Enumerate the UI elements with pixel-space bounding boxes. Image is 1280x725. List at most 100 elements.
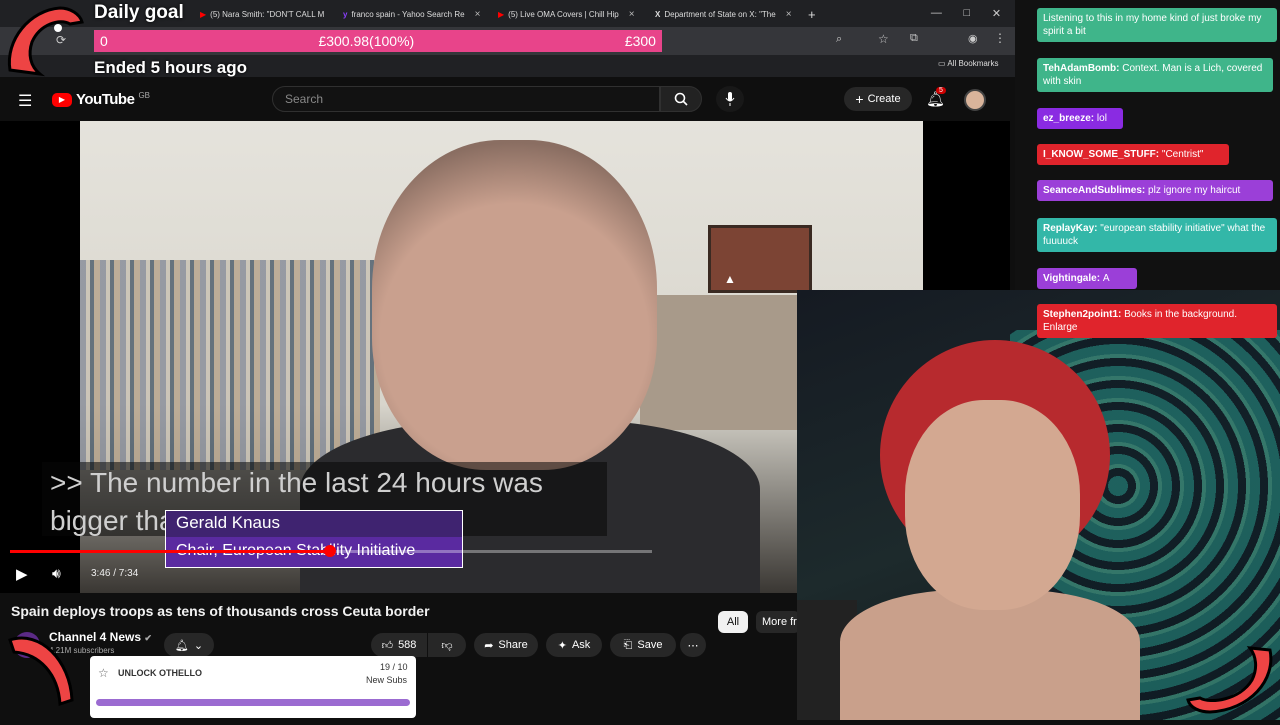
chat-text: lol: [1096, 113, 1107, 124]
unlock-progress-bar: [96, 699, 410, 706]
chat-message: ReplayKay: "european stability initiativ…: [1037, 218, 1277, 252]
window-controls: — □ ✕: [920, 2, 1012, 24]
voice-search-button[interactable]: [716, 86, 744, 112]
unlock-label: UNLOCK OTHELLO: [118, 668, 202, 678]
filter-chip-all[interactable]: All: [718, 611, 748, 633]
youtube-play-icon: ▶: [52, 92, 72, 107]
streamer-logo: [1180, 630, 1280, 720]
sparkle-icon: ✦: [557, 639, 567, 652]
all-bookmarks-link[interactable]: ▭ All Bookmarks: [938, 59, 998, 68]
save-button[interactable]: ⎗ Save: [610, 633, 676, 657]
zoom-icon[interactable]: ⌕: [836, 33, 842, 46]
menu-dots-icon[interactable]: ⋮: [994, 31, 1006, 45]
chat-message: Listening to this in my home kind of jus…: [1037, 8, 1277, 42]
chat-message: ez_breeze: lol: [1037, 108, 1123, 129]
notifications-button[interactable]: 🔔︎ 5: [926, 87, 946, 109]
bell-icon: 🔔︎: [174, 639, 189, 652]
chat-text: plz ignore my haircut: [1148, 185, 1241, 196]
plus-icon: +: [855, 91, 864, 107]
browser-tab[interactable]: ▶ (5) Live OMA Covers | Chill Hip ×: [498, 5, 643, 23]
hamburger-menu-icon[interactable]: ☰: [18, 91, 32, 111]
youtube-icon: ▶: [200, 9, 207, 19]
chat-username: ReplayKay:: [1043, 223, 1101, 234]
goal-current: 0: [100, 33, 108, 49]
chat-username: Stephen2point1:: [1043, 309, 1125, 320]
video-progress-fill: [10, 550, 331, 553]
browser-tab[interactable]: y franco spain - Yahoo Search Re ×: [343, 5, 488, 23]
chat-username: TehAdamBomb:: [1043, 63, 1123, 74]
chat-username: I_KNOW_SOME_STUFF:: [1043, 149, 1162, 160]
chat-text: A: [1102, 273, 1110, 284]
speaker-name: Gerald Knaus: [166, 511, 462, 537]
goal-progress-bar: 0 £300.98(100%) £300: [94, 30, 662, 52]
notification-count: 5: [936, 87, 946, 94]
browser-tab-active[interactable]: X Department of State on X: "The ×: [655, 5, 800, 23]
browser-tab[interactable]: ▶ (5) Nara Smith: "DON'T CALL M ×: [200, 5, 335, 23]
dislike-button[interactable]: 👎︎: [428, 633, 466, 657]
bookmark-star-icon[interactable]: ☆: [878, 32, 889, 46]
yahoo-icon: y: [343, 9, 348, 19]
streamer-logo: [0, 0, 90, 84]
unlock-count: 19 / 10: [380, 662, 408, 672]
more-dots-icon: ⋯: [687, 639, 699, 652]
unlock-goal-widget: ☆ UNLOCK OTHELLO 19 / 10 New Subs: [90, 656, 416, 718]
thumbs-up-icon: 👍︎: [381, 639, 394, 652]
search-icon: [674, 92, 688, 106]
subscribe-bell-button[interactable]: 🔔︎ ⌄: [164, 633, 214, 657]
chat-username: Vightingale:: [1043, 273, 1103, 284]
unlock-sub-label: New Subs: [366, 675, 408, 685]
search-button[interactable]: [660, 86, 702, 112]
goal-title: Daily goal: [94, 2, 184, 23]
share-button[interactable]: ➦ Share: [474, 633, 538, 657]
create-button[interactable]: + Create: [844, 87, 912, 111]
like-button[interactable]: 👍︎ 588: [371, 633, 427, 657]
video-time: 3:46 / 7:34: [91, 568, 139, 579]
youtube-icon: ▶: [498, 9, 505, 19]
maximize-icon[interactable]: □: [964, 7, 971, 19]
chat-username: SeanceAndSublimes:: [1043, 185, 1149, 196]
streamer-face: [905, 400, 1080, 610]
close-icon[interactable]: ×: [334, 9, 335, 20]
chat-text: "Centrist": [1161, 149, 1204, 160]
volume-icon[interactable]: 🔊︎: [52, 565, 61, 582]
youtube-logo[interactable]: ▶ YouTube GB: [52, 91, 150, 108]
extensions-icon[interactable]: ⧉: [910, 32, 918, 45]
chat-message: Stephen2point1: Books in the background.…: [1037, 304, 1277, 338]
share-icon: ➦: [484, 639, 494, 652]
chat-text: Listening to this in my home kind of jus…: [1043, 13, 1262, 37]
chat-message: TehAdamBomb: Context. Man is a Lich, cov…: [1037, 58, 1273, 92]
search-input[interactable]: Search: [272, 86, 660, 112]
star-icon: ☆: [98, 666, 109, 680]
profile-icon[interactable]: ◉: [968, 32, 978, 45]
ask-button[interactable]: ✦ Ask: [546, 633, 602, 657]
bookmark-icon: ⎗: [623, 638, 633, 651]
chat-message: SeanceAndSublimes: plz ignore my haircut: [1037, 180, 1273, 201]
new-tab-button[interactable]: +: [808, 5, 822, 23]
chat-username: ez_breeze:: [1043, 113, 1097, 124]
video-title: Spain deploys troops as tens of thousand…: [11, 603, 430, 619]
close-window-icon[interactable]: ✕: [992, 7, 1001, 20]
x-icon: X: [655, 9, 661, 19]
chevron-down-icon: ⌄: [193, 639, 204, 652]
thumbs-down-icon: 👎︎: [441, 639, 453, 652]
microphone-icon: [725, 92, 735, 106]
verified-icon: ✔: [144, 633, 152, 643]
account-avatar[interactable]: [964, 89, 986, 111]
goal-status: Ended 5 hours ago: [94, 58, 248, 77]
close-icon[interactable]: ×: [786, 9, 792, 20]
chat-message: Vightingale: A: [1037, 268, 1137, 289]
close-icon[interactable]: ×: [475, 9, 481, 20]
goal-amount: £300.98(100%): [318, 33, 415, 49]
folder-icon: ▭: [938, 59, 946, 68]
chat-message: I_KNOW_SOME_STUFF: "Centrist": [1037, 144, 1229, 165]
streamer-logo: [0, 620, 90, 720]
play-icon[interactable]: ▶: [16, 565, 28, 583]
mouse-cursor-icon: ▲: [724, 272, 736, 286]
minimize-icon[interactable]: —: [931, 7, 942, 19]
goal-target: £300: [624, 33, 656, 49]
person-head: [372, 140, 657, 470]
more-actions-button[interactable]: ⋯: [680, 633, 706, 657]
filter-chip-more[interactable]: More fr: [756, 611, 800, 633]
bookshelf: [80, 260, 380, 470]
close-icon[interactable]: ×: [629, 9, 635, 20]
